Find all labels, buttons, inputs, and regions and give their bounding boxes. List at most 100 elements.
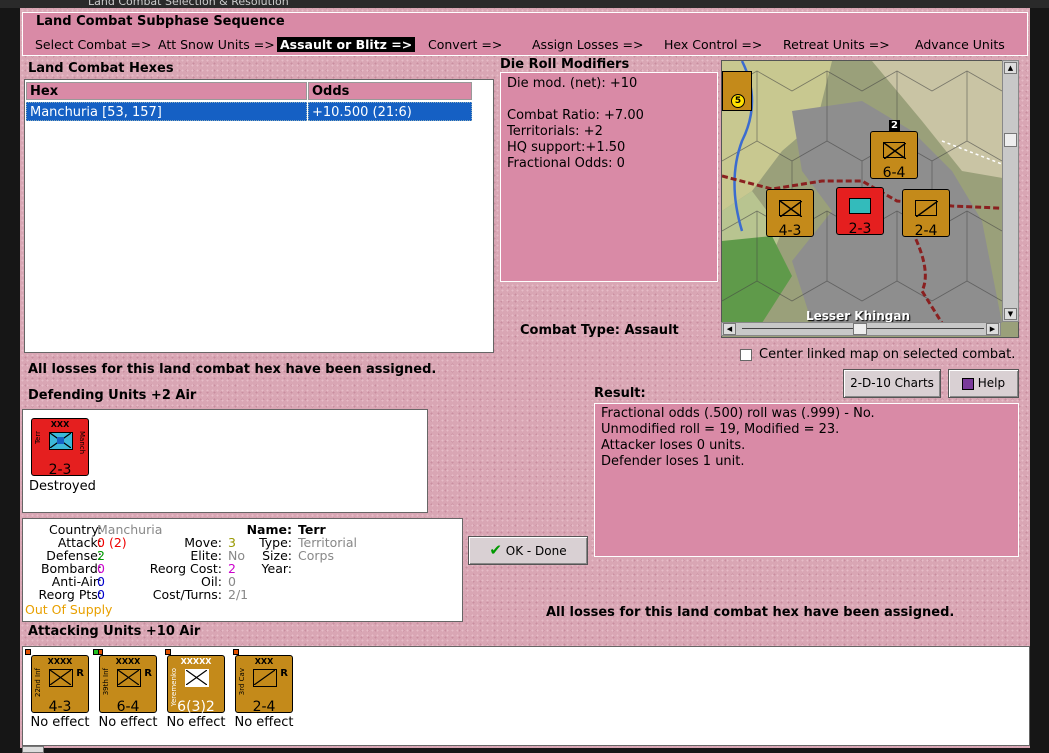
die-mod-spacer (507, 92, 711, 108)
map-unit-3rd-cav-name: 2-4 (914, 223, 938, 239)
checkmark-icon: ✔ (489, 541, 502, 559)
combat-type-key: Combat Type: (520, 323, 620, 338)
horizontal-scroll-thumb[interactable] (853, 323, 867, 335)
combat-type-label: Combat Type: Assault (520, 323, 679, 338)
defending-units-box: XXX Terr Manch 2-3 Destroyed (22, 409, 428, 513)
step-select-combat: Select Combat => (35, 37, 152, 52)
unit-side-label: 22nd Inf (34, 668, 42, 697)
scroll-right-arrow-icon[interactable]: ▶ (986, 323, 999, 335)
unit-size-mark: XXXX (115, 657, 141, 666)
cost-turns-key: Cost/Turns: (152, 587, 222, 602)
map-badge: 5 (731, 94, 745, 108)
center-linked-map-checkbox[interactable] (740, 349, 752, 361)
window-titlebar[interactable]: Land Combat Selection & Resolution (0, 0, 1049, 8)
reorg-pts-value: 0 (97, 587, 105, 602)
attacking-unit-39th-inf[interactable]: XXXX 39th Inf R 6-4 (99, 655, 157, 715)
hex-row-hex[interactable]: Manchuria [53, 157] (26, 102, 307, 121)
supply-status: Out Of Supply (25, 602, 113, 617)
cavalry-icon (915, 200, 939, 218)
hex-row-odds[interactable]: +10.500 (21:6) (308, 102, 472, 121)
linked-map[interactable]: 5 2-3 4-3 6-4 2 2-4 Lesser Khingan (721, 60, 1019, 338)
column-header-hex[interactable]: Hex (26, 82, 307, 100)
attacking-unit-3rd-cav[interactable]: XXX 3rd Cav R 2-4 (235, 655, 293, 715)
die-mod-line: Die mod. (net): +10 (507, 76, 638, 91)
column-header-odds[interactable]: Odds (308, 82, 472, 100)
ok-done-button[interactable]: ✔ OK - Done (468, 536, 588, 565)
territorial-icon (849, 198, 871, 214)
unit-side-label-2: Manch (78, 431, 86, 455)
status-dot-icon (25, 649, 31, 655)
result-line: Attacker loses 0 units. (601, 438, 746, 453)
attacking-unit-yeremenko[interactable]: XXXXX Yeremenko 6(3)2 (167, 655, 225, 714)
map-unit-22nd-inf[interactable]: 4-3 (766, 189, 814, 239)
land-combat-hexes-label: Land Combat Hexes (28, 61, 174, 76)
attack-value-alt: (2) (108, 535, 127, 550)
result-box: Fractional odds (.500) roll was (.999) -… (594, 403, 1019, 557)
map-unit-39th-inf[interactable]: 6-4 2 (870, 120, 918, 180)
ok-done-label: OK - Done (505, 544, 567, 558)
vertical-scroll-thumb[interactable] (1004, 133, 1017, 147)
step-retreat-units: Retreat Units => (783, 37, 890, 52)
die-roll-modifiers-label: Die Roll Modifiers (500, 57, 630, 72)
step-convert: Convert => (428, 37, 503, 52)
combat-type-value: Assault (624, 323, 679, 338)
resize-grip-icon[interactable] (22, 746, 44, 753)
step-hex-control: Hex Control => (664, 37, 763, 52)
attacking-unit-status: No effect (98, 715, 158, 730)
status-dot-icon (233, 649, 239, 655)
charts-button[interactable]: 2-D-10 Charts (843, 369, 941, 398)
attacking-unit-22nd-inf[interactable]: XXXX 22nd Inf R 4-3 (31, 655, 89, 715)
size-value: Corps (298, 548, 334, 563)
defending-unit-strength: 2-3 (48, 462, 72, 478)
map-unit-3rd-cav[interactable]: 2-4 (902, 189, 950, 239)
attacking-unit-status: No effect (234, 715, 294, 730)
land-combat-hexes-list[interactable]: Hex Odds Manchuria [53, 157] +10.500 (21… (24, 79, 494, 353)
losses-assigned-message-left: All losses for this land combat hex have… (28, 362, 437, 377)
step-att-snow-units: Att Snow Units => (158, 37, 275, 52)
unit-strength: 4-3 (48, 699, 72, 715)
result-label: Result: (594, 386, 646, 401)
step-assault-or-blitz: Assault or Blitz => (277, 37, 416, 52)
die-roll-modifiers-box: Die mod. (net): +10 Combat Ratio: +7.00 … (500, 72, 718, 282)
scroll-left-arrow-icon[interactable]: ◀ (723, 323, 736, 335)
map-unit-defender[interactable]: 2-3 (836, 187, 884, 236)
map-vertical-scrollbar[interactable]: ▲ ▼ (1002, 60, 1019, 322)
unit-size-mark: XXX (50, 420, 70, 429)
territorial-icon (49, 432, 73, 450)
defending-units-label: Defending Units +2 Air (28, 388, 197, 403)
infantry-icon (49, 669, 73, 687)
status-dot-icon (165, 649, 171, 655)
unit-size-mark: XXXX (47, 657, 73, 666)
result-line: Defender loses 1 unit. (601, 454, 745, 469)
center-linked-map-label[interactable]: Center linked map on selected combat. (759, 347, 1015, 362)
help-button[interactable]: Help (948, 369, 1019, 398)
unit-strength: 2-4 (252, 699, 276, 715)
unit-side-label: 39th Inf (102, 668, 110, 696)
reserve-mark: R (280, 668, 288, 679)
infantry-icon (117, 669, 141, 687)
ready-dot-icon (93, 649, 99, 655)
unit-side-label: Terr (34, 431, 42, 445)
hq-support-line: HQ support:+1.50 (507, 140, 626, 155)
window-title: Land Combat Selection & Resolution (88, 0, 289, 8)
year-key: Year: (261, 561, 292, 576)
attacking-unit-status: No effect (30, 715, 90, 730)
infantry-icon (779, 200, 803, 218)
infantry-icon (883, 142, 907, 160)
map-unit-22nd-inf-name: 4-3 (778, 223, 802, 239)
result-line: Fractional odds (.500) roll was (.999) -… (601, 406, 875, 421)
reorg-pts-key: Reorg Pts: (38, 587, 102, 602)
map-unit-offscreen[interactable]: 5 (722, 71, 752, 111)
territorials-line: Territorials: +2 (507, 124, 603, 139)
map-horizontal-scrollbar[interactable]: ◀ ▶ (721, 322, 1001, 336)
scroll-up-arrow-icon[interactable]: ▲ (1004, 62, 1017, 74)
unit-strength: 6-4 (116, 699, 140, 715)
defending-unit-counter[interactable]: XXX Terr Manch 2-3 (31, 418, 89, 478)
losses-assigned-message-right: All losses for this land combat hex have… (546, 605, 955, 620)
combat-ratio-line: Combat Ratio: +7.00 (507, 108, 644, 123)
step-advance-units: Advance Units (915, 37, 1005, 52)
map-place-label: Lesser Khingan (806, 309, 911, 323)
reserve-mark: R (76, 668, 84, 679)
result-line: Unmodified roll = 19, Modified = 23. (601, 422, 840, 437)
scroll-down-arrow-icon[interactable]: ▼ (1004, 308, 1017, 320)
